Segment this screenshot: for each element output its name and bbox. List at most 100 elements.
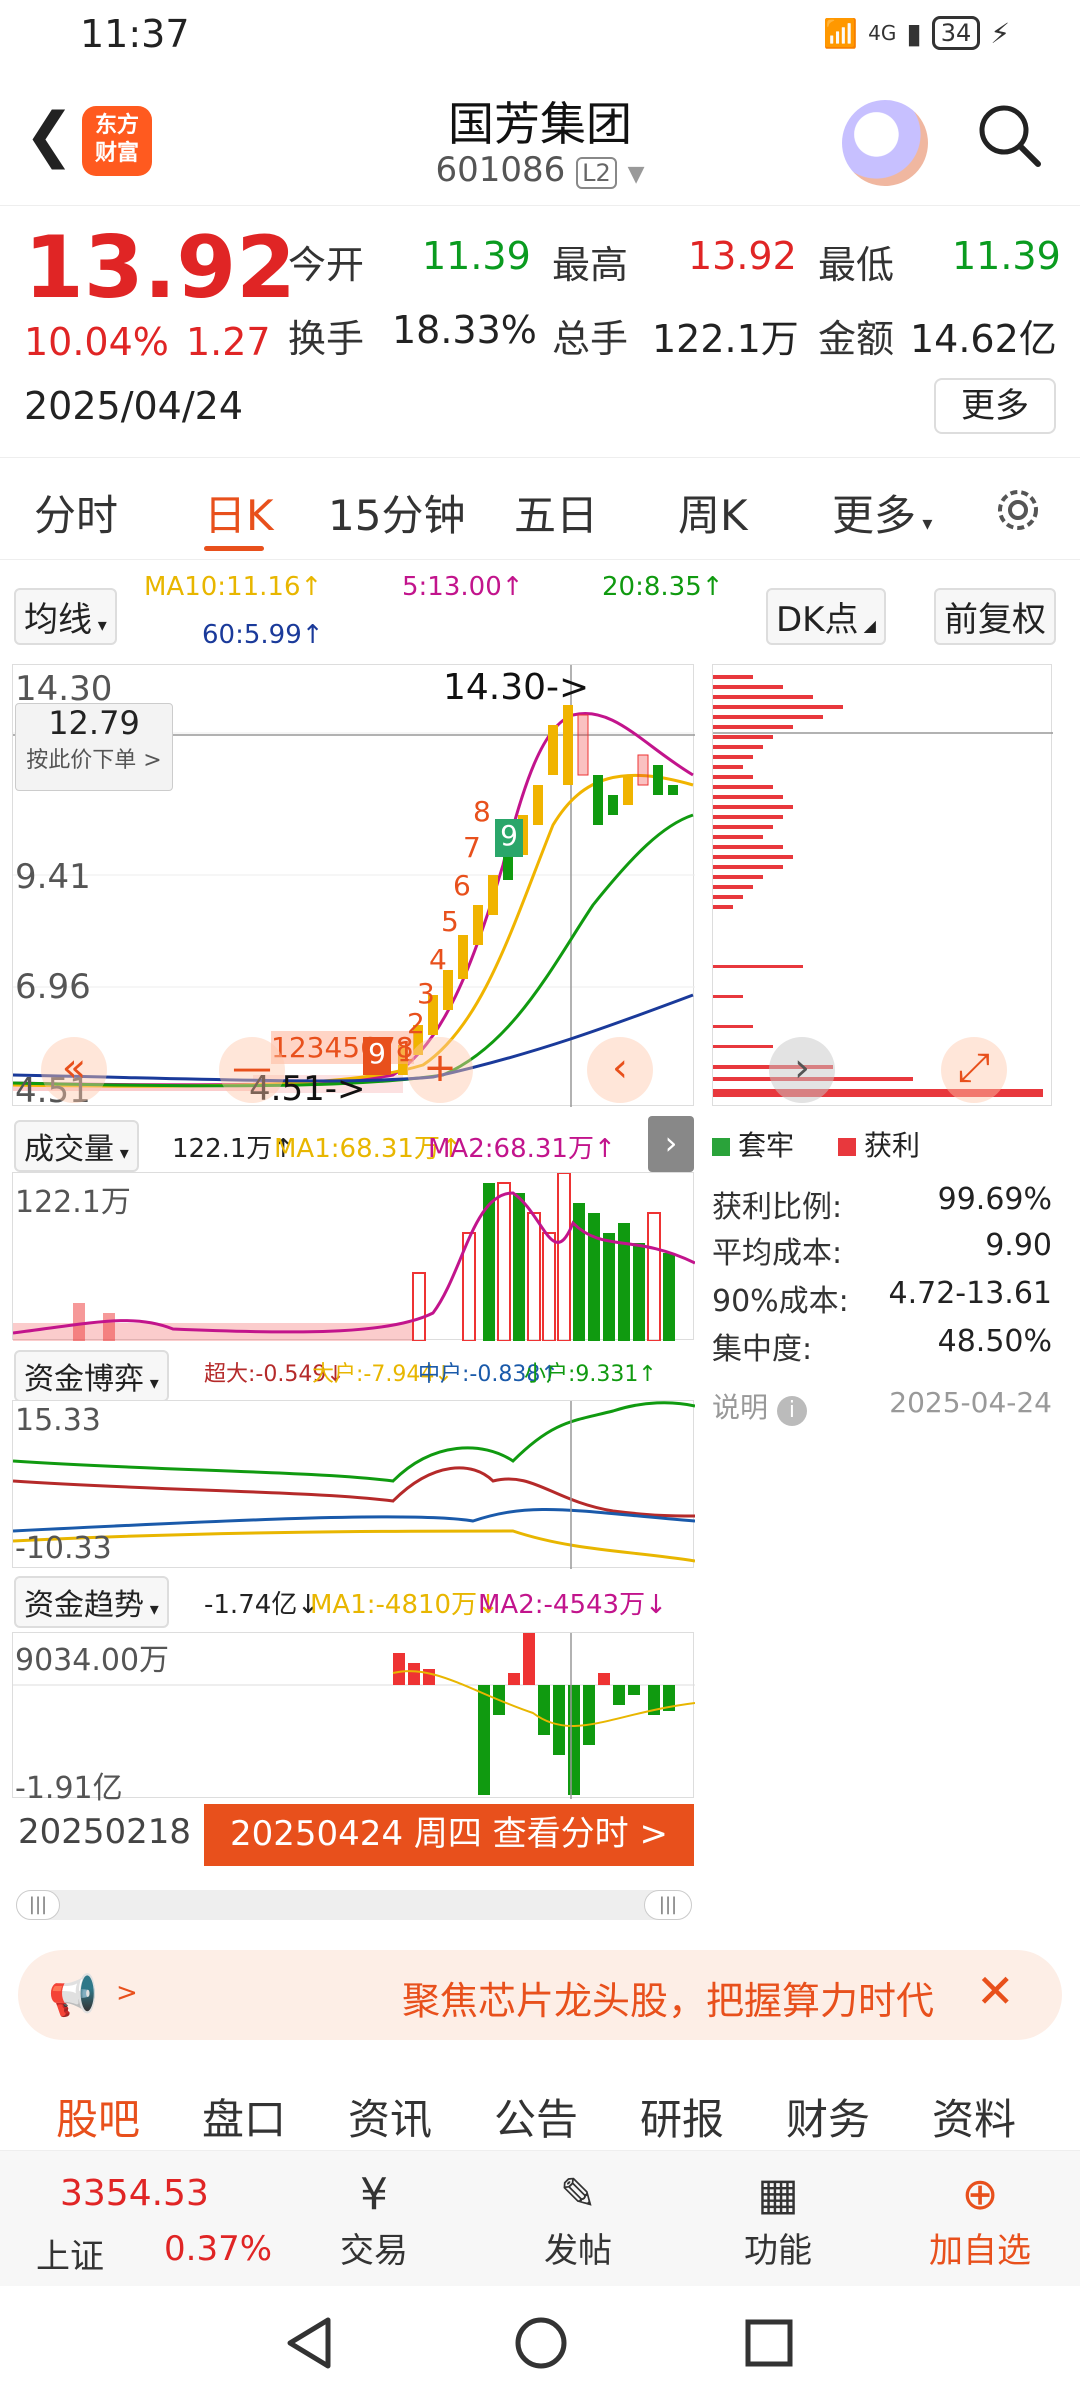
tab-news[interactable]: 资讯 (348, 2086, 432, 2147)
stock-code: 601086 (435, 150, 566, 190)
dk-point-select[interactable]: DK点 ◢ (766, 588, 886, 645)
adjust-select[interactable]: 前复权 (934, 588, 1056, 645)
nav-recents-icon[interactable] (744, 2318, 794, 2368)
status-icons: 📶 4G ▮ 34 ⚡ (823, 16, 1010, 50)
td-seq-3: 3 (417, 977, 435, 1010)
chevron-down-icon: ▼ (627, 162, 645, 187)
high-label: 最高 (552, 243, 629, 287)
add-watchlist-button[interactable]: ⊕ 加自选 (910, 2169, 1050, 2272)
tab-research[interactable]: 研报 (640, 2086, 724, 2147)
promo-banner[interactable]: 📢 > 聚焦芯片龙头股，把握算力时代 ✕ (18, 1950, 1062, 2040)
yuan-exchange-icon: ¥ (360, 2169, 388, 2220)
tab-pankou[interactable]: 盘口 (202, 2086, 286, 2147)
trend-panel[interactable]: 9034.00万 -1.91亿 (12, 1632, 696, 1806)
chip-next-button[interactable]: › (769, 1037, 835, 1103)
tab-announcements[interactable]: 公告 (494, 2086, 578, 2147)
open-value: 11.39 (422, 234, 531, 278)
trend-select[interactable]: 资金趋势 ▾ (14, 1576, 169, 1628)
amount-label: 金额 (818, 317, 895, 361)
ma-select[interactable]: 均线 ▾ (14, 588, 117, 645)
nav-back-icon[interactable] (284, 2316, 334, 2370)
change-amount: 1.27 (186, 320, 271, 364)
scroll-start-button[interactable]: « (41, 1037, 107, 1103)
tab-15min[interactable]: 15分钟 (328, 482, 465, 543)
info-tabs: 股吧 盘口 资讯 公告 研报 财务 资料 (0, 2064, 1080, 2150)
grid-icon: ▦ (757, 2169, 799, 2220)
system-nav-bar (0, 2286, 1080, 2400)
profit-ratio-value: 99.69% (937, 1182, 1052, 1217)
zoom-in-button[interactable]: + (407, 1037, 473, 1103)
small-holder-line (12, 1401, 696, 1483)
crosshair-price: 12.79 (48, 704, 140, 742)
battery-icon: 34 (931, 16, 981, 50)
nav-home-icon[interactable] (514, 2316, 568, 2370)
bottom-toolbar: 3354.53 上证 0.37% ¥ 交易 ✎ 发帖 ▦ 功能 ⊕ 加自选 (0, 2150, 1080, 2286)
concentration-label: 集中度: (712, 1332, 813, 1367)
order-at-price-link: 按此价下单 > (26, 748, 162, 773)
td-seq-7: 7 (463, 831, 481, 864)
td-seq-6: 6 (453, 869, 471, 902)
expand-icon[interactable]: ⤢ (941, 1037, 1007, 1103)
legend-profit: 获利 (838, 1124, 920, 1164)
range-handle-left[interactable]: ||| (16, 1890, 60, 1920)
capital-select[interactable]: 资金博弈 ▾ (14, 1350, 169, 1402)
tab-guba[interactable]: 股吧 (56, 2086, 140, 2147)
scroll-left-button[interactable]: ‹ (587, 1037, 653, 1103)
more-quote-button[interactable]: 更多 (934, 378, 1056, 434)
trade-button[interactable]: ¥ 交易 (304, 2169, 444, 2272)
legend-trap: 套牢 (712, 1124, 794, 1164)
ma5-value: 5:13.00↑ (402, 572, 524, 602)
close-icon[interactable]: ✕ (976, 1964, 1015, 2018)
index-value[interactable]: 3354.53 (60, 2173, 209, 2214)
chip-distribution-panel[interactable]: › ⤢ (712, 664, 1053, 1106)
status-bar: 11:37 📶 4G ▮ 34 ⚡ (0, 0, 1080, 72)
super-holder-line (12, 1466, 696, 1518)
megaphone-icon: 📢 (48, 1973, 98, 2019)
tab-intraday[interactable]: 分时 (34, 482, 118, 543)
tab-profile[interactable]: 资料 (932, 2086, 1016, 2147)
tab-weekly-k[interactable]: 周K (678, 482, 748, 543)
td-nine-high: 9 (495, 819, 523, 857)
chart-range-scrollbar[interactable]: ||| ||| (16, 1890, 692, 1920)
rising-candles (398, 705, 678, 1075)
turnover-value: 18.33% (392, 308, 537, 352)
chip-note-link[interactable]: 说明 i (712, 1386, 807, 1426)
corner-triangle-icon: ◢ (858, 616, 876, 635)
view-intraday-button[interactable]: 20250424 周四 查看分时 > (204, 1804, 694, 1866)
index-change[interactable]: 0.37% (164, 2229, 272, 2269)
gear-icon[interactable] (990, 482, 1046, 538)
capital-y-top: 15.33 (15, 1403, 101, 1438)
amount-value: 14.62亿 (910, 317, 1057, 361)
capital-small: 小户:9.331↑ (524, 1362, 657, 1387)
turnover-label: 换手 (288, 317, 365, 361)
kline-panel[interactable]: 14.30 9.41 6.96 4.51 14.30-> 4.51-> 12.7… (12, 664, 695, 1111)
zoom-out-button[interactable]: — (219, 1037, 285, 1103)
arrow-right-icon: > (116, 1978, 138, 2008)
tab-finance[interactable]: 财务 (786, 2086, 870, 2147)
period-tabs: 分时 日K 15分钟 五日 周K 更多 ▾ (0, 460, 1080, 560)
functions-button[interactable]: ▦ 功能 (708, 2169, 848, 2272)
volume-select[interactable]: 成交量 ▾ (14, 1120, 139, 1172)
tab-daily-k[interactable]: 日K (204, 482, 274, 543)
volume-panel[interactable]: 122.1万 (12, 1172, 696, 1342)
search-icon[interactable] (976, 102, 1042, 168)
caret-down-icon: ▾ (114, 1143, 129, 1164)
edit-icon: ✎ (559, 2169, 597, 2220)
range-handle-right[interactable]: ||| (644, 1890, 692, 1920)
info-icon: i (776, 1396, 807, 1426)
tab-more[interactable]: 更多 ▾ (832, 482, 932, 543)
tab-5day[interactable]: 五日 (514, 482, 598, 543)
crosshair-price-box[interactable]: 12.79 按此价下单 > (15, 703, 173, 791)
y-mid2-label: 6.96 (15, 967, 91, 1007)
charging-icon: ⚡ (990, 16, 1010, 50)
assistant-robot-icon[interactable] (842, 100, 928, 186)
capital-y-bot: -10.33 (15, 1531, 112, 1566)
index-name[interactable]: 上证 (36, 2229, 104, 2278)
ma20-value: 20:8.35↑ (602, 572, 724, 602)
capital-panel[interactable]: 15.33 -10.33 (12, 1400, 696, 1569)
ma60-value: 60:5.99↑ (202, 620, 324, 650)
expand-panel-button[interactable]: › (648, 1116, 694, 1172)
post-button[interactable]: ✎ 发帖 (508, 2169, 648, 2272)
y-mid1-label: 9.41 (15, 857, 91, 897)
caret-down-icon: ▾ (144, 1599, 159, 1620)
